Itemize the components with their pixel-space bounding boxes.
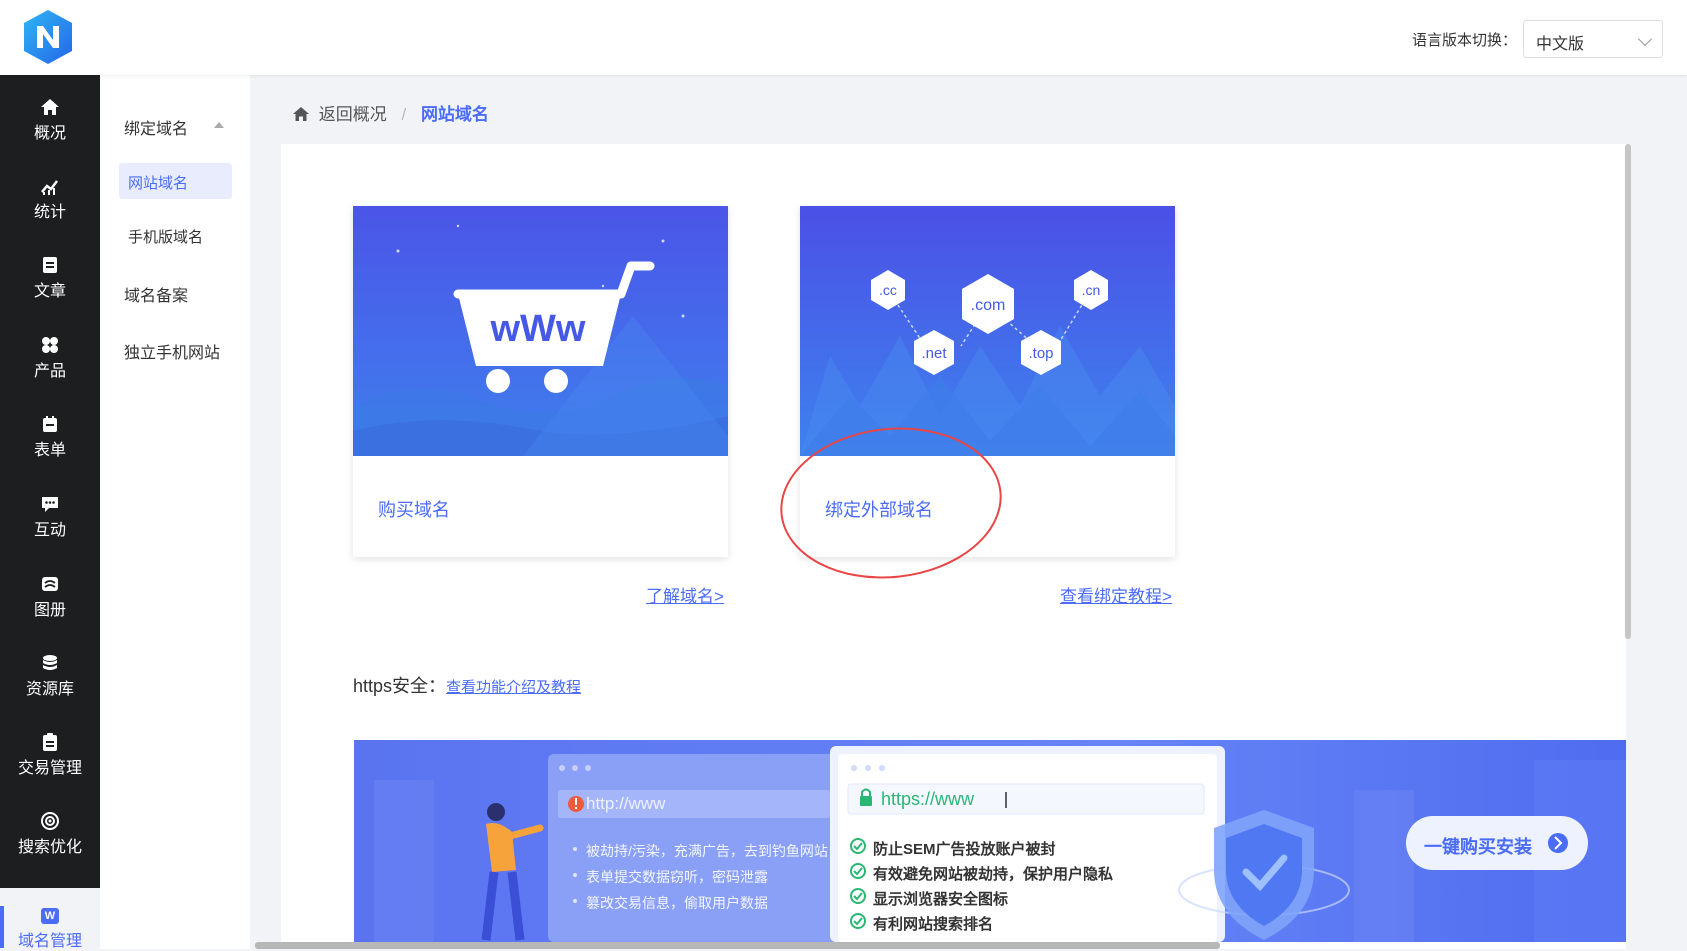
sidebar-item-label: 图册 (33, 602, 66, 619)
tld-top: .top (1028, 345, 1053, 362)
database-icon (43, 655, 57, 670)
breadcrumb-current: 网站域名 (420, 105, 489, 124)
sidebar-item-article[interactable]: 文章 (0, 233, 100, 305)
gallery-icon (42, 577, 58, 591)
https-banner: http://www 被劫持/污染，充满广告，去到钓鱼网站 表单提交数据窃听，密… (354, 740, 1626, 942)
chevron-down-icon (1637, 31, 1653, 47)
domain-icon: W (41, 908, 59, 924)
active-indicator (0, 906, 4, 948)
buy-domain-title[interactable]: 购买域名 (378, 496, 450, 522)
form-icon (43, 416, 57, 432)
sidebar-item-stats[interactable]: 统计 (0, 154, 100, 226)
sidebar-item-trade[interactable]: 交易管理 (0, 710, 100, 782)
sidebar-item-label: 交易管理 (17, 760, 82, 777)
tld-cc: .cc (879, 282, 897, 298)
home-icon (41, 99, 59, 115)
home-icon[interactable] (292, 106, 310, 122)
https-security-label: https安全： (353, 676, 447, 696)
vertical-scrollbar[interactable] (1625, 144, 1631, 639)
buy-install-button[interactable]: 一键购买安装 (1424, 833, 1532, 859)
tld-net: .net (921, 345, 947, 362)
sidebar-item-overview[interactable]: 概况 (0, 75, 100, 147)
sidebar-item-product[interactable]: 产品 (0, 313, 100, 385)
subnav-item-domain-filing[interactable]: 域名备案 (124, 282, 188, 306)
view-bind-tutorial-link[interactable]: 查看绑定教程> (1060, 582, 1172, 607)
sidebar-item-label: 表单 (33, 442, 66, 459)
secure-benefit-item: 有效避免网站被劫持，保护用户隐私 (873, 866, 1114, 883)
buy-domain-illustration: wWw (353, 206, 728, 456)
chart-icon (41, 180, 58, 195)
grid-icon (42, 337, 58, 353)
sidebar-item-resources[interactable]: 资源库 (0, 631, 100, 703)
sidebar-item-label: 域名管理 (17, 933, 82, 950)
main-sidebar: 概况 统计 文章 产品 表单 互动 图册 资源库 交易管理 搜索优化 (0, 75, 100, 888)
secure-benefit-item: 显示浏览器安全图标 (873, 891, 1009, 908)
language-select[interactable]: 中文版 (1523, 20, 1663, 58)
tld-com: .com (971, 297, 1006, 314)
breadcrumb-back-link[interactable]: 返回概况 (319, 105, 387, 124)
tld-cn: .cn (1082, 282, 1101, 298)
language-select-value: 中文版 (1536, 36, 1585, 53)
sidebar-item-label: 文章 (33, 283, 66, 300)
language-switch-label: 语言版本切换： (1412, 32, 1518, 49)
sidebar-item-label: 统计 (33, 204, 66, 221)
sidebar-item-label: 概况 (33, 125, 66, 142)
sidebar-item-label: 搜索优化 (17, 839, 82, 856)
insecure-risk-item: 篡改交易信息，偷取用户数据 (586, 895, 768, 911)
subnav-item-mobile-site[interactable]: 独立手机网站 (124, 339, 220, 363)
bind-domain-illustration: .cc .com .cn .net .top (800, 206, 1175, 456)
buy-domain-card[interactable]: wWw 购买域名 (353, 206, 728, 557)
sidebar-item-interaction[interactable]: 互动 (0, 472, 100, 544)
insecure-risk-item: 表单提交数据窃听，密码泄露 (586, 869, 768, 885)
sidebar-item-gallery[interactable]: 图册 (0, 552, 100, 624)
horizontal-scrollbar[interactable] (255, 942, 1220, 949)
secure-benefit-item: 防止SEM广告投放账户被封 (873, 841, 1056, 858)
sidebar-item-label: 产品 (33, 363, 66, 380)
sidebar-item-domain[interactable]: W 域名管理 (0, 888, 100, 950)
logo-icon[interactable] (20, 8, 76, 66)
learn-domain-link[interactable]: 了解域名> (646, 582, 724, 607)
sidebar-item-form[interactable]: 表单 (0, 392, 100, 464)
breadcrumb: 返回概况 / 网站域名 (292, 100, 489, 125)
secure-benefit-item: 有利网站搜索排名 (873, 916, 994, 933)
secure-url-text: https://www (881, 789, 975, 809)
clipboard-icon (43, 733, 57, 751)
subnav-group-bind-domain[interactable]: 绑定域名 (124, 115, 188, 139)
subnav-item-mobile-domain[interactable]: 手机版域名 (119, 217, 232, 253)
https-tutorial-link[interactable]: 查看功能介绍及教程 (446, 679, 581, 696)
sidebar-item-label: 互动 (33, 522, 66, 539)
subnav-item-website-domain[interactable]: 网站域名 (119, 163, 232, 199)
sub-navigation: 绑定域名 网站域名 手机版域名 域名备案 独立手机网站 (100, 75, 250, 949)
target-icon (41, 812, 59, 830)
top-bar: 语言版本切换： 中文版 (0, 0, 1687, 75)
sidebar-item-label: 资源库 (25, 681, 74, 698)
chat-icon (42, 497, 58, 512)
insecure-url-text: http://www (586, 794, 666, 813)
sidebar-item-seo[interactable]: 搜索优化 (0, 789, 100, 861)
chevron-up-icon[interactable] (214, 122, 224, 128)
https-security-row: https安全：查看功能介绍及教程 (353, 672, 581, 698)
www-art-text: wWw (490, 308, 586, 350)
document-icon (43, 257, 57, 273)
insecure-risk-item: 被劫持/污染，充满广告，去到钓鱼网站 (586, 843, 828, 859)
breadcrumb-separator: / (401, 105, 407, 124)
